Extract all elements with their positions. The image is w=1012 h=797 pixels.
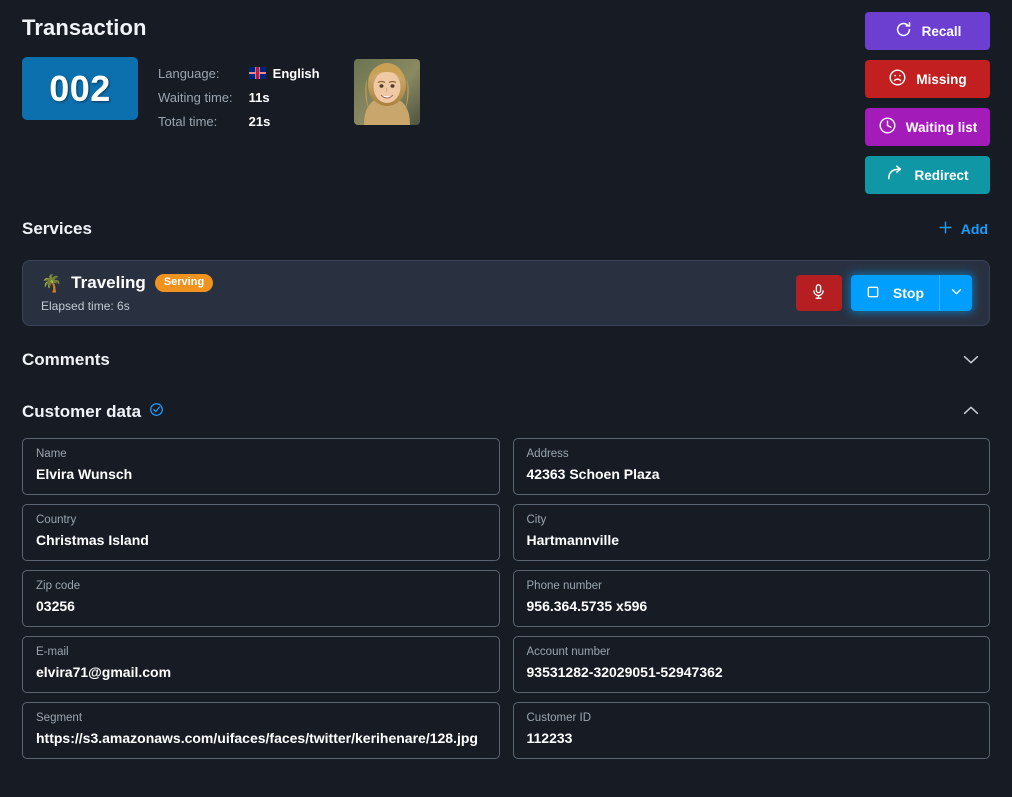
page-title: Transaction xyxy=(22,15,147,40)
meta-label-total-time: Total time: xyxy=(158,114,218,129)
field-name[interactable]: Name Elvira Wunsch xyxy=(22,438,500,495)
service-controls: Stop xyxy=(795,275,972,311)
language-value: English xyxy=(272,66,320,81)
comments-title: Comments xyxy=(22,350,110,369)
add-service-label: Add xyxy=(960,221,988,237)
clock-icon xyxy=(878,116,897,138)
field-label: Name xyxy=(36,448,67,460)
services-header: Services Add xyxy=(22,209,990,249)
service-elapsed-time: Elapsed time: 6s xyxy=(41,299,130,313)
meta-row-total-time: Total time: 21s xyxy=(158,115,320,137)
waiting-list-button-label: Waiting list xyxy=(905,119,978,135)
meta-value-language: English xyxy=(248,66,320,89)
customer-data-fields-grid: Name Elvira Wunsch Address 42363 Schoen … xyxy=(22,438,990,759)
service-name-row: 🌴 Traveling Serving xyxy=(41,273,214,293)
stop-square-icon xyxy=(865,284,881,303)
field-value: 93531282-32029051-52947362 xyxy=(526,663,723,680)
recall-button-label: Recall xyxy=(921,23,962,39)
services-section: Services Add 🌴 Traveling Serving Elapsed… xyxy=(22,209,990,326)
transaction-summary: 002 Language: English Waiting time: 11s … xyxy=(22,57,990,139)
status-badge: Serving xyxy=(154,274,214,292)
field-segment[interactable]: Segment https://s3.amazonaws.com/uifaces… xyxy=(22,702,500,759)
field-address[interactable]: Address 42363 Schoen Plaza xyxy=(512,438,990,495)
stop-button-group: Stop xyxy=(850,275,972,311)
microphone-button[interactable] xyxy=(795,275,842,311)
field-value: https://s3.amazonaws.com/uifaces/faces/t… xyxy=(36,729,478,746)
chevron-down-icon xyxy=(960,348,982,373)
meta-label-waiting-time: Waiting time: xyxy=(158,90,233,105)
field-label: Account number xyxy=(526,646,611,658)
field-label: Phone number xyxy=(526,580,602,592)
field-value: 112233 xyxy=(526,729,573,746)
customer-data-title-text: Customer data xyxy=(22,402,142,421)
field-value: 03256 xyxy=(36,597,75,614)
refresh-icon xyxy=(894,20,913,42)
service-info: 🌴 Traveling Serving Elapsed time: 6s xyxy=(41,273,214,313)
stop-dropdown-button[interactable] xyxy=(939,275,972,311)
field-label: City xyxy=(526,514,547,526)
arrow-redirect-icon xyxy=(886,164,905,186)
field-value: 956.364.5735 x596 xyxy=(526,597,648,614)
stop-button[interactable]: Stop xyxy=(850,275,939,311)
field-city[interactable]: City Hartmannville xyxy=(512,504,990,561)
chevron-down-icon xyxy=(949,284,964,302)
customer-data-toggle-button[interactable] xyxy=(952,394,990,431)
field-label: Segment xyxy=(36,712,83,724)
recall-button[interactable]: Recall xyxy=(865,12,990,50)
comments-header[interactable]: Comments xyxy=(22,340,990,380)
service-card-traveling[interactable]: 🌴 Traveling Serving Elapsed time: 6s Sto… xyxy=(22,260,990,326)
uk-flag-icon xyxy=(248,67,266,79)
field-email[interactable]: E-mail elvira71@gmail.com xyxy=(22,636,500,693)
meta-row-language: Language: English xyxy=(158,67,320,89)
field-country[interactable]: Country Christmas Island xyxy=(22,504,500,561)
field-label: E-mail xyxy=(36,646,69,658)
redirect-button[interactable]: Redirect xyxy=(865,156,990,194)
transaction-page: Transaction 002 Language: English Waitin… xyxy=(0,0,1012,797)
field-account-number[interactable]: Account number 93531282-32029051-5294736… xyxy=(512,636,990,693)
add-service-button[interactable]: Add xyxy=(935,215,990,243)
microphone-icon xyxy=(810,283,827,303)
meta-value-total-time: 21s xyxy=(248,114,271,129)
service-name: Traveling xyxy=(71,273,146,292)
comments-section: Comments xyxy=(22,340,990,380)
chevron-up-icon xyxy=(960,400,982,425)
meta-label-language: Language: xyxy=(158,66,220,81)
meta-row-waiting-time: Waiting time: 11s xyxy=(158,91,320,113)
sad-face-icon xyxy=(888,68,907,90)
customer-data-title: Customer data xyxy=(22,402,164,423)
plus-icon xyxy=(937,219,954,239)
field-label: Customer ID xyxy=(526,712,592,724)
field-phone-number[interactable]: Phone number 956.364.5735 x596 xyxy=(512,570,990,627)
redirect-button-label: Redirect xyxy=(914,167,969,183)
avatar-image xyxy=(353,59,420,125)
customer-data-section: Customer data Name Elvira Wunsch Address… xyxy=(22,392,990,759)
meta-value-waiting-time: 11s xyxy=(248,90,270,105)
stop-button-label: Stop xyxy=(892,285,924,301)
check-circle-icon xyxy=(149,402,164,417)
services-title: Services xyxy=(22,219,92,238)
transaction-meta-table: Language: English Waiting time: 11s Tota… xyxy=(156,57,322,139)
field-value: Elvira Wunsch xyxy=(36,465,133,482)
missing-button[interactable]: Missing xyxy=(865,60,990,98)
field-label: Address xyxy=(526,448,569,460)
field-value: elvira71@gmail.com xyxy=(36,663,172,680)
comments-toggle-button[interactable] xyxy=(952,342,990,379)
field-label: Country xyxy=(36,514,77,526)
customer-data-header[interactable]: Customer data xyxy=(22,392,990,432)
customer-avatar xyxy=(353,59,420,125)
missing-button-label: Missing xyxy=(916,71,967,87)
field-label: Zip code xyxy=(36,580,81,592)
field-customer-id[interactable]: Customer ID 112233 xyxy=(512,702,990,759)
field-value: Hartmannville xyxy=(526,531,620,548)
ticket-number-badge: 002 xyxy=(22,57,138,120)
action-buttons-group: Recall Missing Waiting list Redirect xyxy=(865,12,990,194)
header-region: Transaction 002 Language: English Waitin… xyxy=(22,0,990,205)
waiting-list-button[interactable]: Waiting list xyxy=(865,108,990,146)
field-zip-code[interactable]: Zip code 03256 xyxy=(22,570,500,627)
palm-tree-icon: 🌴 xyxy=(41,273,63,293)
field-value: 42363 Schoen Plaza xyxy=(526,465,660,482)
field-value: Christmas Island xyxy=(36,531,149,548)
